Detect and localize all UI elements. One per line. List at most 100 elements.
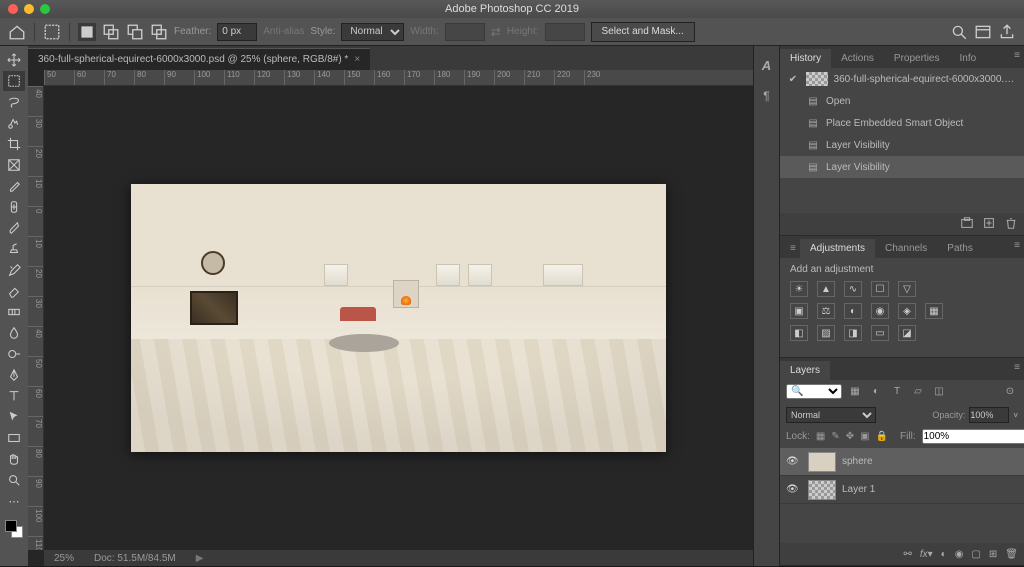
filter-pixel-icon[interactable]: ▦ (847, 385, 863, 399)
history-item[interactable]: ▤Open (780, 90, 1024, 112)
marquee-tool-icon[interactable] (43, 23, 61, 41)
history-brush-tool[interactable] (3, 260, 25, 280)
pen-tool[interactable] (3, 365, 25, 385)
levels-icon[interactable]: ▲ (817, 281, 835, 297)
type-tool[interactable] (3, 386, 25, 406)
layer-style-icon[interactable]: fx▾ (920, 549, 933, 560)
layer-mask-icon[interactable]: ◐ (941, 549, 947, 560)
filter-adjustment-icon[interactable]: ◐ (868, 385, 884, 399)
black-white-icon[interactable]: ◐ (844, 303, 862, 319)
filter-toggle-icon[interactable]: ⊙ (1002, 385, 1018, 399)
blur-tool[interactable] (3, 323, 25, 343)
clone-stamp-tool[interactable] (3, 239, 25, 259)
close-tab-icon[interactable]: × (354, 54, 360, 65)
crop-tool[interactable] (3, 134, 25, 154)
move-tool[interactable] (3, 50, 25, 70)
history-document[interactable]: ✔ 360-full-spherical-equirect-6000x3000.… (780, 68, 1024, 90)
link-layers-icon[interactable]: ⚯ (903, 549, 911, 560)
layer-row[interactable]: 👁sphere (780, 448, 1024, 476)
posterize-icon[interactable]: ▨ (817, 325, 835, 341)
lock-artboard-icon[interactable]: ▣ (860, 430, 869, 444)
lock-transparent-icon[interactable]: ▦ (816, 430, 825, 444)
tab-layers[interactable]: Layers (780, 361, 830, 380)
selection-add-icon[interactable] (102, 23, 120, 41)
close-window[interactable] (8, 4, 18, 14)
gradient-tool[interactable] (3, 302, 25, 322)
panel-menu-icon[interactable]: ≡ (1014, 50, 1020, 61)
lasso-tool[interactable] (3, 92, 25, 112)
home-icon[interactable] (8, 23, 26, 41)
tab-actions[interactable]: Actions (831, 49, 884, 68)
feather-input[interactable] (217, 23, 257, 41)
photo-filter-icon[interactable]: ◉ (871, 303, 889, 319)
hue-saturation-icon[interactable]: ▣ (790, 303, 808, 319)
select-and-mask-button[interactable]: Select and Mask... (591, 22, 695, 42)
marquee-tool[interactable] (3, 71, 25, 91)
filter-type-icon[interactable]: T (889, 385, 905, 399)
panel-menu-icon[interactable]: ≡ (1014, 240, 1020, 251)
delete-state-icon[interactable] (1004, 216, 1018, 233)
eyedropper-tool[interactable] (3, 176, 25, 196)
selection-intersect-icon[interactable] (150, 23, 168, 41)
brightness-contrast-icon[interactable]: ☀ (790, 281, 808, 297)
share-icon[interactable] (998, 23, 1016, 41)
layer-row[interactable]: 👁Layer 1 (780, 476, 1024, 504)
opacity-input[interactable] (969, 407, 1009, 423)
invert-icon[interactable]: ◧ (790, 325, 808, 341)
canvas[interactable] (44, 86, 753, 550)
color-swatches[interactable] (3, 518, 25, 540)
panel-menu-icon[interactable]: ≡ (1014, 362, 1020, 373)
selection-new-icon[interactable] (78, 23, 96, 41)
curves-icon[interactable]: ∿ (844, 281, 862, 297)
lock-position-icon[interactable]: ✥ (846, 430, 854, 444)
fill-input[interactable] (922, 429, 1024, 444)
tab-history[interactable]: History (780, 49, 831, 68)
search-icon[interactable] (950, 23, 968, 41)
minimize-window[interactable] (24, 4, 34, 14)
zoom-window[interactable] (40, 4, 50, 14)
gradient-map-icon[interactable]: ▭ (871, 325, 889, 341)
tab-properties[interactable]: Properties (884, 49, 950, 68)
layer-group-icon[interactable]: ▢ (971, 549, 980, 560)
frame-tool[interactable] (3, 155, 25, 175)
zoom-tool[interactable] (3, 470, 25, 490)
tab-paths[interactable]: Paths (937, 239, 983, 258)
healing-brush-tool[interactable] (3, 197, 25, 217)
blend-mode-select[interactable]: Normal (786, 407, 876, 423)
color-lookup-icon[interactable]: ▦ (925, 303, 943, 319)
tab-channels[interactable]: Channels (875, 239, 937, 258)
style-select[interactable]: Normal (341, 23, 404, 41)
selective-color-icon[interactable]: ◪ (898, 325, 916, 341)
filter-smart-icon[interactable]: ◫ (931, 385, 947, 399)
path-selection-tool[interactable] (3, 407, 25, 427)
vibrance-icon[interactable]: ▽ (898, 281, 916, 297)
edit-toolbar[interactable]: ⋯ (3, 491, 25, 511)
new-layer-icon[interactable]: ⊞ (989, 549, 997, 560)
filter-shape-icon[interactable]: ▱ (910, 385, 926, 399)
new-snapshot-icon[interactable] (960, 216, 974, 233)
history-item[interactable]: ▤Layer Visibility (780, 134, 1024, 156)
rectangle-tool[interactable] (3, 428, 25, 448)
collapse-panel-icon[interactable]: ≡ (780, 239, 800, 258)
doc-info[interactable]: Doc: 51.5M/84.5M (94, 553, 176, 564)
exposure-icon[interactable]: ☐ (871, 281, 889, 297)
history-item[interactable]: ▤Layer Visibility (780, 156, 1024, 178)
dodge-tool[interactable] (3, 344, 25, 364)
brush-tool[interactable] (3, 218, 25, 238)
selection-subtract-icon[interactable] (126, 23, 144, 41)
history-item[interactable]: ▤Place Embedded Smart Object (780, 112, 1024, 134)
zoom-level[interactable]: 25% (54, 553, 74, 564)
lock-image-icon[interactable]: ✎ (831, 430, 839, 444)
delete-layer-icon[interactable]: 🗑 (1005, 549, 1018, 560)
quick-selection-tool[interactable] (3, 113, 25, 133)
lock-all-icon[interactable]: 🔒 (876, 430, 888, 444)
adjustment-layer-icon[interactable]: ◉ (955, 549, 964, 560)
visibility-icon[interactable]: 👁 (786, 456, 802, 467)
new-document-from-state-icon[interactable] (982, 216, 996, 233)
threshold-icon[interactable]: ◨ (844, 325, 862, 341)
filter-kind-select[interactable]: 🔍 (786, 384, 842, 399)
character-panel-icon[interactable]: A (762, 58, 771, 73)
tab-adjustments[interactable]: Adjustments (800, 239, 875, 258)
hand-tool[interactable] (3, 449, 25, 469)
document-tab[interactable]: 360-full-spherical-equirect-6000x3000.ps… (28, 48, 370, 70)
